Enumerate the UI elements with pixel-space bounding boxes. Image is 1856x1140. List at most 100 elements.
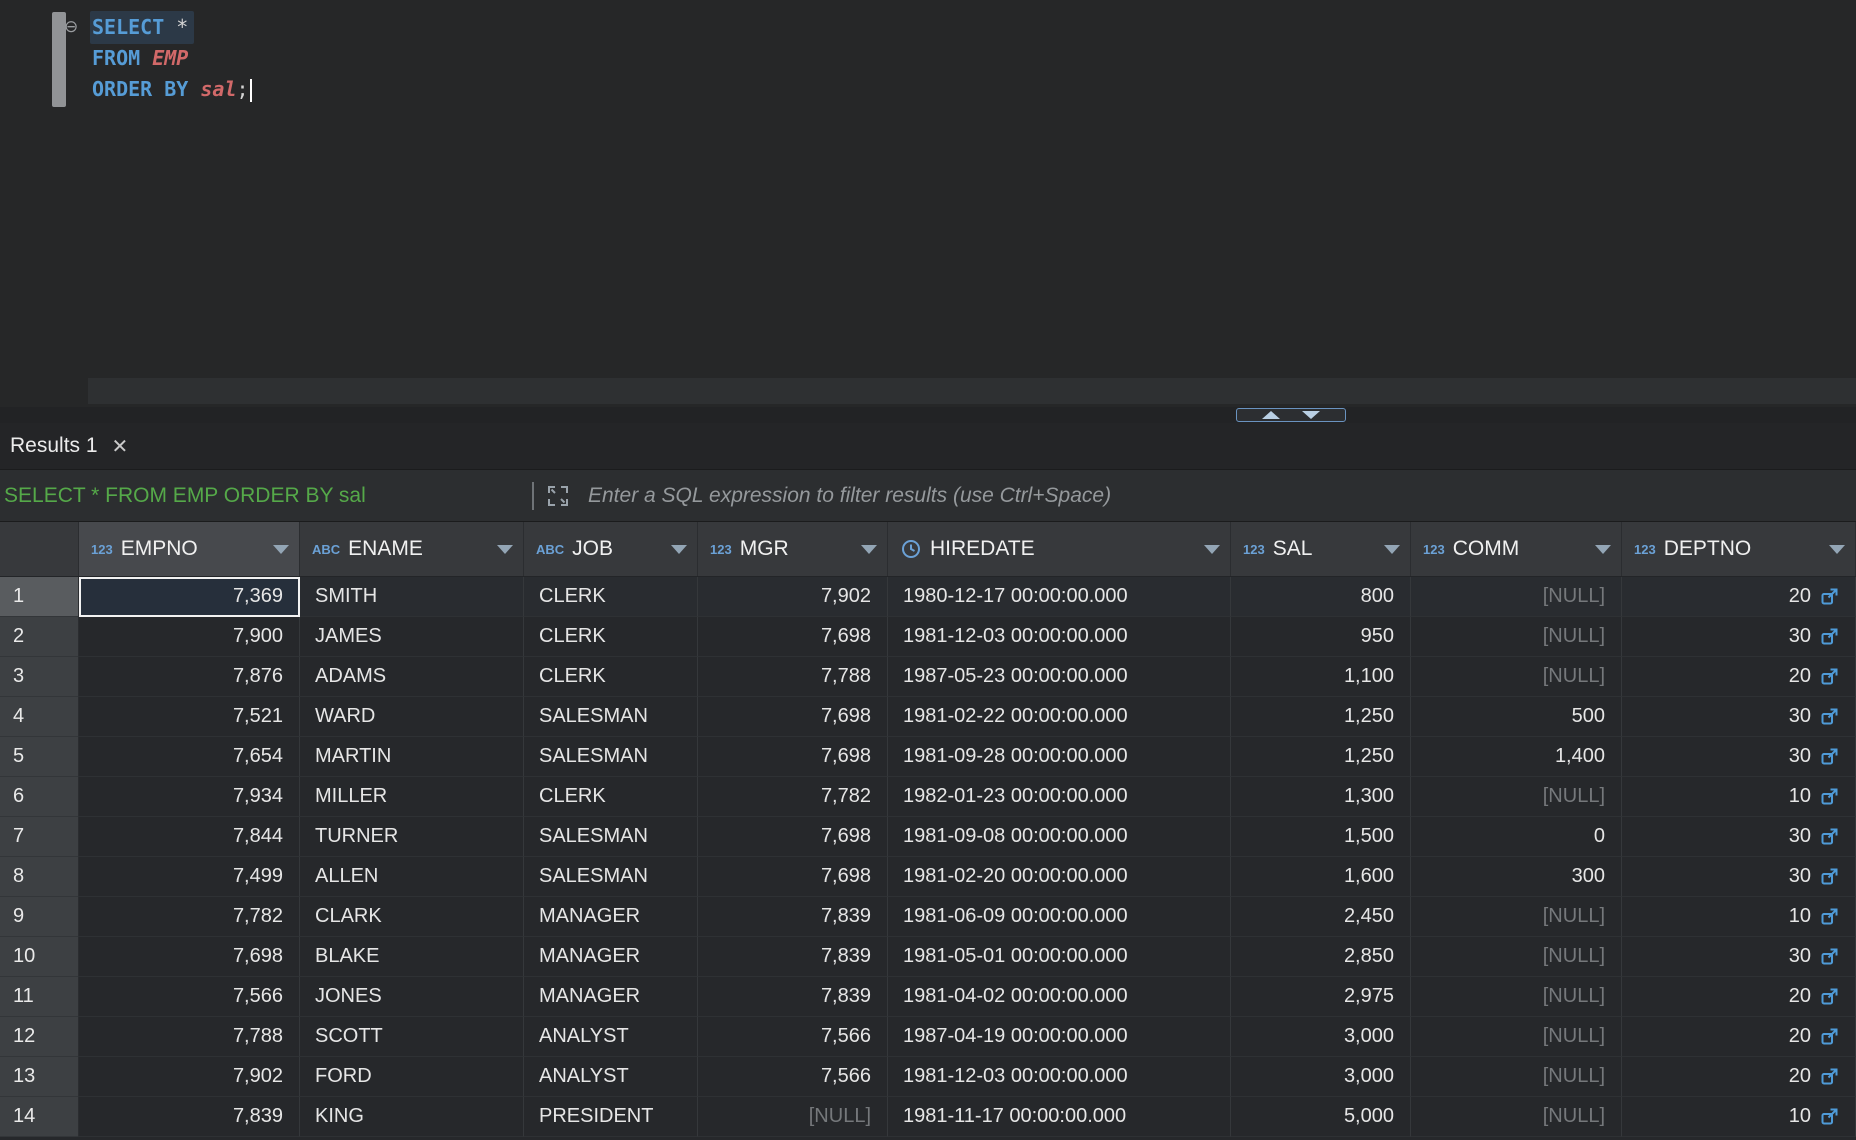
- cell-sal[interactable]: 5,000: [1231, 1097, 1411, 1137]
- column-dropdown-icon[interactable]: [1204, 544, 1220, 554]
- cell-hiredate[interactable]: 1980-12-17 00:00:00.000: [888, 577, 1231, 617]
- reference-link-icon[interactable]: [1820, 907, 1839, 926]
- cell-job[interactable]: CLERK: [524, 657, 698, 697]
- cell-empno[interactable]: 7,499: [79, 857, 300, 897]
- row-number[interactable]: 12: [0, 1017, 79, 1057]
- cell-hiredate[interactable]: 1987-04-19 00:00:00.000: [888, 1017, 1231, 1057]
- cell-deptno[interactable]: 30: [1622, 817, 1856, 857]
- editor-results-splitter[interactable]: [0, 407, 1856, 423]
- splitter-maximize-up-icon[interactable]: [1262, 411, 1280, 419]
- cell-mgr[interactable]: 7,566: [698, 1017, 888, 1057]
- cell-comm[interactable]: [NULL]: [1411, 937, 1622, 977]
- cell-sal[interactable]: 950: [1231, 617, 1411, 657]
- cell-job[interactable]: SALESMAN: [524, 857, 698, 897]
- cell-empno[interactable]: 7,369: [79, 577, 300, 617]
- reference-link-icon[interactable]: [1820, 627, 1839, 646]
- expand-filter-panel-icon[interactable]: [546, 484, 570, 508]
- row-number[interactable]: 7: [0, 817, 79, 857]
- cell-sal[interactable]: 1,100: [1231, 657, 1411, 697]
- cell-empno[interactable]: 7,902: [79, 1057, 300, 1097]
- column-dropdown-icon[interactable]: [1384, 544, 1400, 554]
- cell-job[interactable]: CLERK: [524, 577, 698, 617]
- column-header-comm[interactable]: 123 COMM: [1411, 522, 1622, 576]
- reference-link-icon[interactable]: [1820, 827, 1839, 846]
- reference-link-icon[interactable]: [1820, 1067, 1839, 1086]
- cell-sal[interactable]: 2,450: [1231, 897, 1411, 937]
- column-header-sal[interactable]: 123 SAL: [1231, 522, 1411, 576]
- cell-empno[interactable]: 7,934: [79, 777, 300, 817]
- row-number[interactable]: 9: [0, 897, 79, 937]
- reference-link-icon[interactable]: [1820, 587, 1839, 606]
- cell-mgr[interactable]: 7,698: [698, 697, 888, 737]
- cell-empno[interactable]: 7,654: [79, 737, 300, 777]
- cell-sal[interactable]: 1,500: [1231, 817, 1411, 857]
- cell-job[interactable]: CLERK: [524, 617, 698, 657]
- cell-hiredate[interactable]: 1981-06-09 00:00:00.000: [888, 897, 1231, 937]
- cell-mgr[interactable]: 7,788: [698, 657, 888, 697]
- cell-sal[interactable]: 1,600: [1231, 857, 1411, 897]
- cell-ename[interactable]: KING: [300, 1097, 524, 1137]
- reference-link-icon[interactable]: [1820, 747, 1839, 766]
- cell-job[interactable]: SALESMAN: [524, 697, 698, 737]
- column-dropdown-icon[interactable]: [497, 544, 513, 554]
- cell-hiredate[interactable]: 1981-12-03 00:00:00.000: [888, 617, 1231, 657]
- reference-link-icon[interactable]: [1820, 667, 1839, 686]
- editor-horizontal-scrollbar[interactable]: [88, 378, 1856, 404]
- cell-sal[interactable]: 2,975: [1231, 977, 1411, 1017]
- cell-empno[interactable]: 7,876: [79, 657, 300, 697]
- cell-sal[interactable]: 2,850: [1231, 937, 1411, 977]
- cell-hiredate[interactable]: 1981-12-03 00:00:00.000: [888, 1057, 1231, 1097]
- cell-hiredate[interactable]: 1981-04-02 00:00:00.000: [888, 977, 1231, 1017]
- cell-deptno[interactable]: 10: [1622, 1097, 1856, 1137]
- splitter-handle[interactable]: [1236, 408, 1346, 422]
- cell-mgr[interactable]: 7,698: [698, 617, 888, 657]
- column-dropdown-icon[interactable]: [1595, 544, 1611, 554]
- cell-sal[interactable]: 1,250: [1231, 697, 1411, 737]
- cell-comm[interactable]: [NULL]: [1411, 657, 1622, 697]
- cell-deptno[interactable]: 20: [1622, 1017, 1856, 1057]
- cell-ename[interactable]: FORD: [300, 1057, 524, 1097]
- cell-job[interactable]: PRESIDENT: [524, 1097, 698, 1137]
- row-number[interactable]: 8: [0, 857, 79, 897]
- cell-mgr[interactable]: 7,902: [698, 577, 888, 617]
- row-number[interactable]: 4: [0, 697, 79, 737]
- column-header-mgr[interactable]: 123 MGR: [698, 522, 888, 576]
- cell-ename[interactable]: MILLER: [300, 777, 524, 817]
- column-header-ename[interactable]: ABC ENAME: [300, 522, 524, 576]
- cell-comm[interactable]: 0: [1411, 817, 1622, 857]
- cell-job[interactable]: MANAGER: [524, 937, 698, 977]
- reference-link-icon[interactable]: [1820, 1107, 1839, 1126]
- cell-empno[interactable]: 7,788: [79, 1017, 300, 1057]
- cell-ename[interactable]: ADAMS: [300, 657, 524, 697]
- cell-deptno[interactable]: 10: [1622, 897, 1856, 937]
- cell-mgr[interactable]: 7,839: [698, 977, 888, 1017]
- cell-comm[interactable]: 500: [1411, 697, 1622, 737]
- cell-mgr[interactable]: 7,839: [698, 897, 888, 937]
- cell-job[interactable]: SALESMAN: [524, 817, 698, 857]
- cell-comm[interactable]: [NULL]: [1411, 777, 1622, 817]
- reference-link-icon[interactable]: [1820, 707, 1839, 726]
- row-number[interactable]: 14: [0, 1097, 79, 1137]
- row-number-header[interactable]: [0, 522, 79, 576]
- cell-empno[interactable]: 7,839: [79, 1097, 300, 1137]
- splitter-maximize-down-icon[interactable]: [1302, 411, 1320, 419]
- cell-comm[interactable]: [NULL]: [1411, 577, 1622, 617]
- cell-job[interactable]: MANAGER: [524, 897, 698, 937]
- cell-ename[interactable]: SMITH: [300, 577, 524, 617]
- cell-ename[interactable]: CLARK: [300, 897, 524, 937]
- column-header-empno[interactable]: 123 EMPNO: [79, 522, 300, 576]
- cell-empno[interactable]: 7,900: [79, 617, 300, 657]
- column-header-job[interactable]: ABC JOB: [524, 522, 698, 576]
- cell-deptno[interactable]: 20: [1622, 657, 1856, 697]
- cell-hiredate[interactable]: 1982-01-23 00:00:00.000: [888, 777, 1231, 817]
- row-number[interactable]: 10: [0, 937, 79, 977]
- cell-deptno[interactable]: 20: [1622, 977, 1856, 1017]
- cell-ename[interactable]: JONES: [300, 977, 524, 1017]
- cell-ename[interactable]: BLAKE: [300, 937, 524, 977]
- cell-empno[interactable]: 7,566: [79, 977, 300, 1017]
- cell-ename[interactable]: MARTIN: [300, 737, 524, 777]
- cell-empno[interactable]: 7,782: [79, 897, 300, 937]
- row-number[interactable]: 6: [0, 777, 79, 817]
- cell-ename[interactable]: TURNER: [300, 817, 524, 857]
- cell-sal[interactable]: 1,300: [1231, 777, 1411, 817]
